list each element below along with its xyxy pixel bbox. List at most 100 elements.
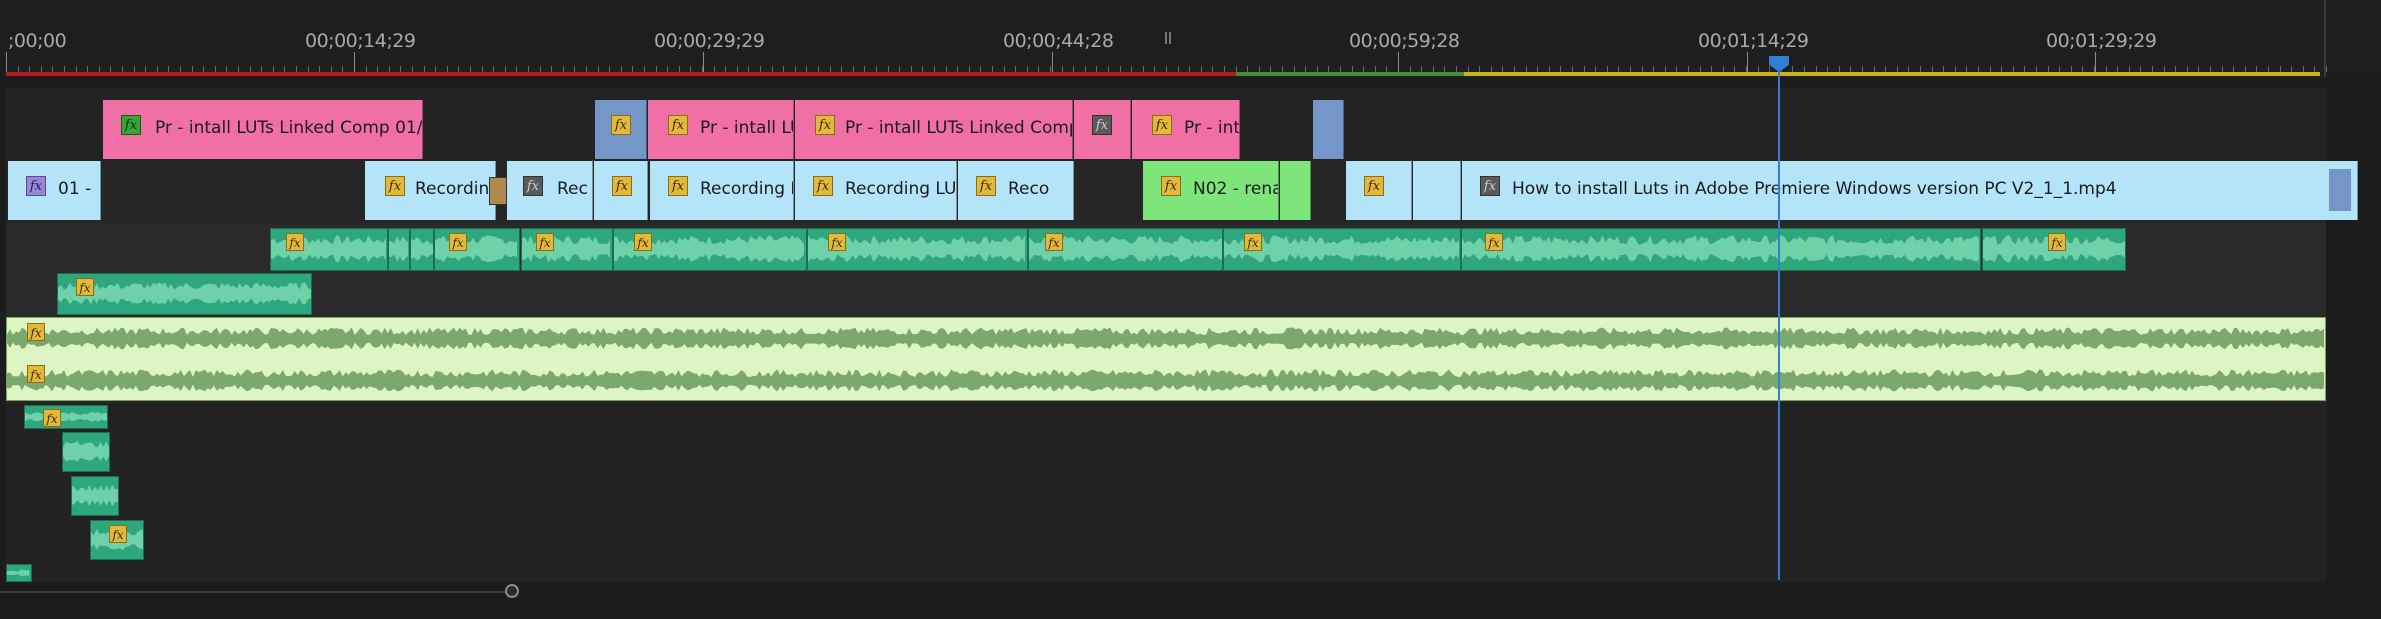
fx-badge-icon: fx bbox=[976, 176, 996, 196]
video-clip[interactable]: fx Pr - inta bbox=[1132, 100, 1240, 159]
fx-badge-icon: fx bbox=[1485, 233, 1503, 251]
fx-badge-icon: fx bbox=[449, 233, 467, 251]
fx-badge-icon: fx bbox=[27, 323, 45, 341]
clip-label: How to install Luts in Adobe Premiere Wi… bbox=[1512, 179, 2117, 199]
video-clip[interactable]: fx N02 - rena bbox=[1143, 161, 1279, 220]
audio-clip[interactable]: fx bbox=[1223, 228, 1461, 271]
scroll-handle[interactable] bbox=[505, 584, 519, 598]
audio-clip[interactable]: fx bbox=[613, 228, 807, 271]
fx-badge-icon: fx bbox=[1244, 233, 1262, 251]
video-clip[interactable]: fx bbox=[594, 161, 648, 220]
marker-icon[interactable] bbox=[1165, 32, 1171, 44]
video-clip[interactable]: fx bbox=[1074, 100, 1131, 159]
video-clip[interactable]: fx Pr - intall LU bbox=[648, 100, 794, 159]
audio-clip[interactable]: fx bbox=[807, 228, 1028, 271]
video-clip[interactable]: fx Recordin bbox=[365, 161, 496, 220]
ruler-major-tick bbox=[1052, 52, 1053, 72]
fx-badge-icon: fx bbox=[109, 525, 127, 543]
audio-clip[interactable]: fx bbox=[24, 405, 108, 429]
waveform bbox=[1462, 229, 1980, 270]
fx-badge-icon: fx bbox=[668, 176, 688, 196]
audio-clip[interactable]: fx bbox=[57, 273, 312, 315]
playhead-line[interactable] bbox=[1778, 68, 1780, 580]
clip-label: 01 - bbox=[58, 179, 92, 199]
fx-badge-icon: fx bbox=[815, 115, 835, 135]
fx-badge-icon: fx bbox=[1161, 176, 1181, 196]
clip-label: Pr - intall LU bbox=[700, 118, 794, 138]
ruler-major-tick bbox=[703, 52, 704, 72]
video-clip[interactable]: fx bbox=[595, 100, 647, 159]
video-clip[interactable]: fx How to install Luts in Adobe Premiere… bbox=[1462, 161, 2358, 220]
clip-label: Pr - inta bbox=[1184, 118, 1240, 138]
clip-label: Recording L bbox=[700, 179, 794, 199]
audio-track-6-lane bbox=[6, 474, 2326, 518]
horizontal-scrollbar[interactable] bbox=[0, 582, 2381, 602]
render-bar-yellow bbox=[1464, 72, 2320, 76]
audio-clip[interactable] bbox=[6, 564, 32, 582]
waveform bbox=[25, 406, 107, 428]
waveform bbox=[389, 229, 409, 270]
audio-clip[interactable] bbox=[388, 228, 410, 271]
audio-clip[interactable]: fx bbox=[1028, 228, 1223, 271]
audio-clip[interactable]: fx bbox=[90, 520, 144, 560]
timecode-label: 00;00;29;29 bbox=[654, 30, 765, 52]
fx-badge-icon: fx bbox=[27, 365, 45, 383]
time-ruler[interactable]: ;00;00 00;00;14;29 00;00;29;29 00;00;44;… bbox=[0, 0, 2381, 72]
waveform-channel bbox=[7, 360, 2325, 400]
audio-clip[interactable]: fx bbox=[434, 228, 520, 271]
timecode-label: 00;00;14;29 bbox=[305, 30, 416, 52]
fx-badge-icon: fx bbox=[634, 233, 652, 251]
audio-track-8-lane bbox=[6, 562, 2326, 582]
audio-clip[interactable]: fx bbox=[521, 228, 613, 271]
audio-clip[interactable] bbox=[71, 476, 119, 516]
video-clip[interactable]: fx Recording LUT bbox=[795, 161, 957, 220]
timecode-label: ;00;00 bbox=[8, 30, 67, 52]
fx-badge-icon: fx bbox=[612, 176, 632, 196]
video-clip[interactable] bbox=[1413, 161, 1461, 220]
video-clip[interactable]: fx Pr - intall LUTs Linked Comp 03 bbox=[795, 100, 1073, 159]
timecode-label: 00;00;59;28 bbox=[1349, 30, 1460, 52]
clip-label: Rec bbox=[557, 179, 588, 199]
ruler-tick bbox=[2326, 66, 2327, 72]
video-clip[interactable]: fx Recording L bbox=[650, 161, 794, 220]
video-clip-small[interactable] bbox=[489, 177, 507, 205]
ruler-major-tick bbox=[6, 52, 7, 72]
audio-clip[interactable] bbox=[410, 228, 434, 271]
timecode-label: 00;01;14;29 bbox=[1698, 30, 1809, 52]
video-clip[interactable] bbox=[1280, 161, 1311, 220]
audio-track-5-lane bbox=[6, 430, 2326, 474]
clip-label: Pr - intall LUTs Linked Comp 01/AE - i bbox=[155, 118, 423, 138]
fx-badge-icon: fx bbox=[121, 115, 141, 135]
waveform bbox=[7, 565, 31, 581]
audio-clip[interactable]: fx bbox=[1461, 228, 1981, 271]
ruler-major-tick bbox=[354, 52, 355, 72]
audio-clip[interactable]: fx bbox=[270, 228, 388, 271]
video-clip[interactable]: fx 01 - bbox=[8, 161, 101, 220]
fx-badge-icon: fx bbox=[1152, 115, 1172, 135]
waveform bbox=[72, 477, 118, 515]
clip-label: Pr - intall LUTs Linked Comp 03 bbox=[845, 118, 1072, 138]
fx-badge-icon: fx bbox=[523, 176, 543, 196]
render-bar-red bbox=[6, 72, 1236, 76]
video-clip[interactable] bbox=[1313, 100, 1344, 159]
scroll-track bbox=[0, 591, 512, 593]
audio-track-2-lane bbox=[6, 271, 2326, 315]
waveform bbox=[63, 433, 109, 471]
video-clip[interactable]: fx Reco bbox=[958, 161, 1074, 220]
audio-track-4-lane bbox=[6, 403, 2326, 430]
audio-clip[interactable]: fx bbox=[1982, 228, 2126, 271]
fx-badge-icon: fx bbox=[536, 233, 554, 251]
audio-clip[interactable] bbox=[62, 432, 110, 472]
audio-clip[interactable]: fx fx bbox=[6, 317, 2326, 401]
sequence-end-line bbox=[2324, 0, 2326, 77]
video-clip[interactable]: fx Rec bbox=[507, 161, 593, 220]
fx-badge-icon: fx bbox=[1364, 176, 1384, 196]
clip-label: Recordin bbox=[415, 179, 490, 199]
clip-end-handle[interactable] bbox=[2329, 169, 2351, 211]
video-clip[interactable]: fx bbox=[1346, 161, 1412, 220]
timecode-label: 00;00;44;28 bbox=[1003, 30, 1114, 52]
video-clip[interactable]: fx Pr - intall LUTs Linked Comp 01/AE - … bbox=[103, 100, 423, 159]
fx-badge-icon: fx bbox=[385, 176, 405, 196]
audio-track-7-lane bbox=[6, 518, 2326, 562]
fx-badge-icon: fx bbox=[668, 115, 688, 135]
